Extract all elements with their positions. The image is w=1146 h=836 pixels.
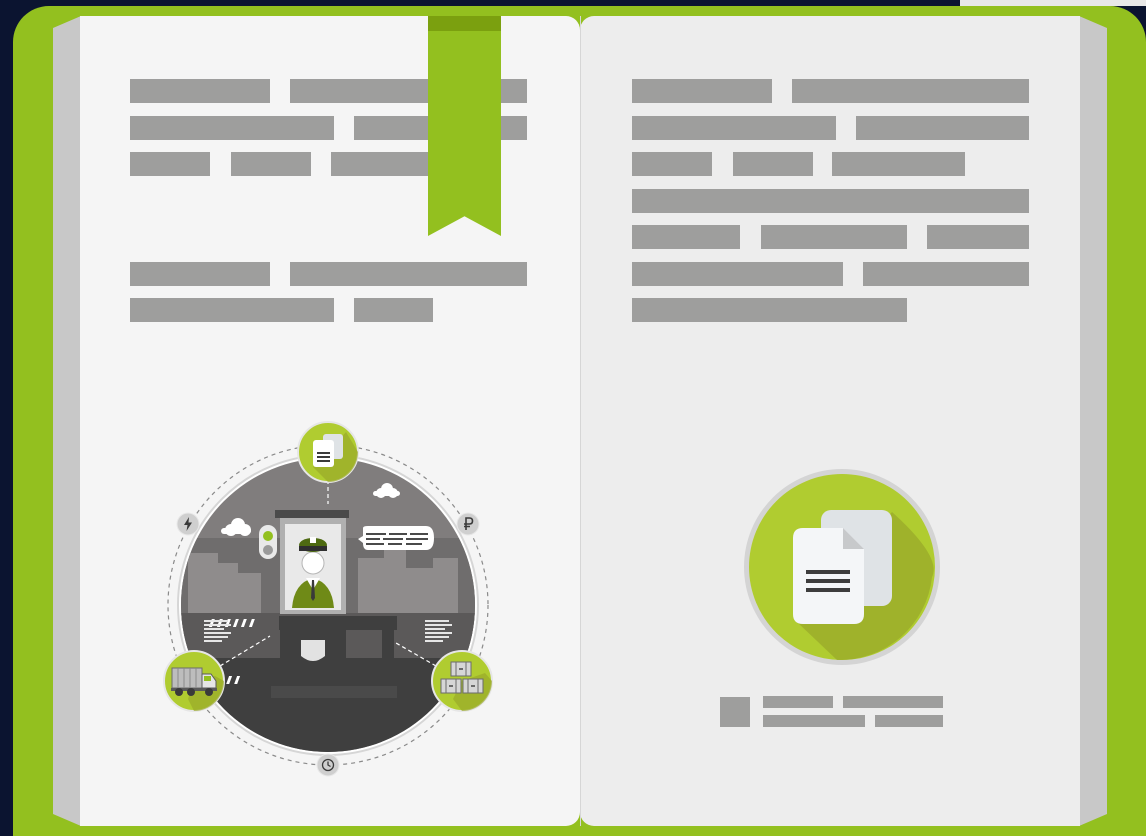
text-line [130, 79, 270, 103]
text-line [632, 79, 772, 103]
text-line [632, 262, 843, 286]
caption-square [720, 697, 750, 727]
text-line [632, 152, 712, 176]
truck-icon [163, 650, 225, 712]
text-line [130, 116, 334, 140]
caption-line [763, 715, 865, 727]
clock-icon [316, 753, 340, 777]
text-line [130, 262, 270, 286]
documents-copy-icon [744, 469, 940, 665]
containers-icon [431, 650, 493, 712]
bookmark-ribbon [428, 16, 501, 236]
text-line [632, 116, 836, 140]
text-line [856, 116, 1029, 140]
text-line [832, 152, 965, 176]
caption-line [763, 696, 833, 708]
caption-line [843, 696, 943, 708]
text-line [733, 152, 813, 176]
text-line [354, 298, 433, 322]
bookmark-fold [428, 16, 501, 31]
text-line [632, 189, 1029, 213]
text-line [863, 262, 1029, 286]
text-line [231, 152, 311, 176]
text-line [130, 152, 210, 176]
text-line [290, 262, 527, 286]
text-line [632, 225, 740, 249]
text-line [927, 225, 1029, 249]
page-edge-right [1079, 16, 1107, 826]
text-line [632, 298, 907, 322]
document-icon [297, 421, 359, 483]
book-spine [580, 16, 581, 826]
text-line [761, 225, 907, 249]
lightning-icon [176, 512, 200, 536]
text-line [792, 79, 1029, 103]
caption-line [875, 715, 943, 727]
ruble-icon [456, 512, 480, 536]
text-line [130, 298, 334, 322]
